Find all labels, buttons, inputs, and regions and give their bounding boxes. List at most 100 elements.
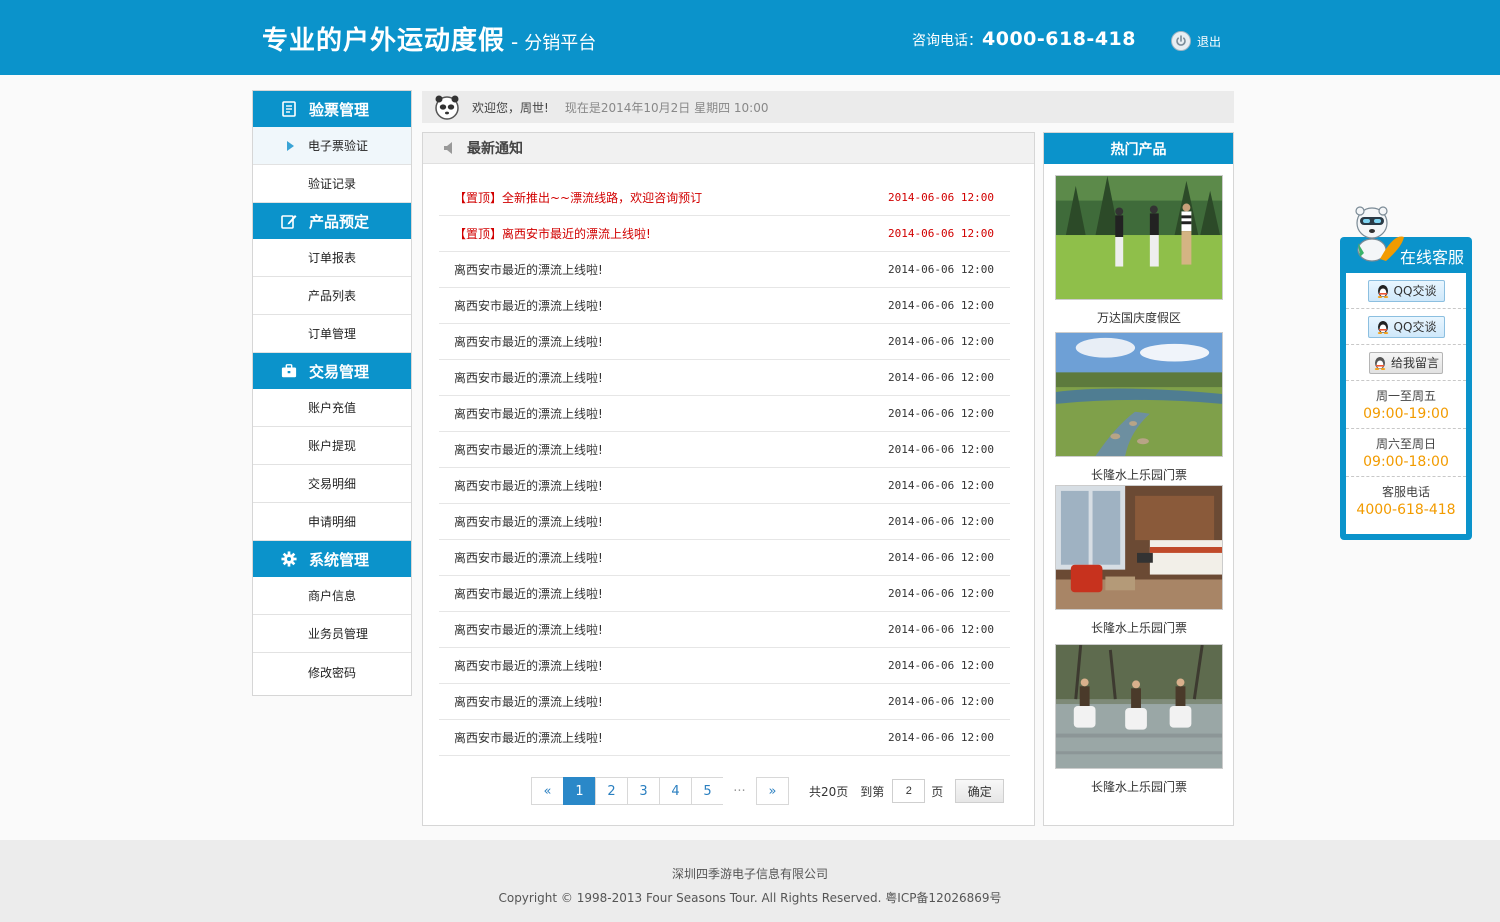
notice-row-date: 2014-06-06 12:00 [888,299,994,312]
service-phone-label: 客服电话 [1381,485,1430,499]
notice-row-date: 2014-06-06 12:00 [888,443,994,456]
sidebar-item-withdraw[interactable]: 账户提现 [253,427,411,465]
product-image-horse-riders[interactable] [1055,175,1223,300]
sidebar-item-change-password[interactable]: 修改密码 [253,653,411,691]
notice-row-title[interactable]: 离西安市最近的漂流上线啦! [454,549,603,566]
notice-row[interactable]: 离西安市最近的漂流上线啦! 2014-06-06 12:00 [439,504,1010,540]
pagination: « 1 2 3 4 5 ··· » 共20页 到第 页 确定 [531,777,1005,805]
notice-row[interactable]: 离西安市最近的漂流上线啦! 2014-06-06 12:00 [439,396,1010,432]
confirm-button[interactable]: 确定 [955,779,1005,803]
product-caption[interactable]: 长隆水上乐园门票 [1055,466,1223,483]
notice-row-title[interactable]: 离西安市最近的漂流上线啦! [454,441,603,458]
notice-row-title[interactable]: 离西安市最近的漂流上线啦! [454,405,603,422]
product-card[interactable]: 长隆水上乐园门票 [1055,644,1223,795]
notice-row-title[interactable]: 离西安市最近的漂流上线啦! [454,333,603,350]
page-button-2[interactable]: 2 [595,777,628,805]
notice-row[interactable]: 【置顶】离西安市最近的漂流上线啦! 2014-06-06 12:00 [439,216,1010,252]
sidebar-item-order-manage[interactable]: 订单管理 [253,315,411,353]
notice-row[interactable]: 【置顶】全新推出~~漂流线路，欢迎咨询预订 2014-06-06 12:00 [439,180,1010,216]
notice-row-title[interactable]: 离西安市最近的漂流上线啦! [454,693,603,710]
site-logo[interactable]: 专业的户外运动度假 - 分销平台 [262,20,596,57]
next-page-button[interactable]: » [756,777,789,805]
page-button-4[interactable]: 4 [659,777,692,805]
menu-group-trade[interactable]: 交易管理 [253,353,411,389]
product-image-horse-river[interactable] [1055,644,1223,769]
notice-row[interactable]: 离西安市最近的漂流上线啦! 2014-06-06 12:00 [439,576,1010,612]
menu-group-booking[interactable]: 产品预定 [253,203,411,239]
page-footer: 深圳四季游电子信息有限公司 Copyright © 1998-2013 Four… [0,840,1500,922]
sidebar-item-product-list[interactable]: 产品列表 [253,277,411,315]
product-card[interactable]: 万达国庆度假区 [1055,175,1223,326]
hotline: 咨询电话：4000-618-418 [912,28,1136,50]
notice-row[interactable]: 离西安市最近的漂流上线啦! 2014-06-06 12:00 [439,360,1010,396]
sidebar-item-trade-detail[interactable]: 交易明细 [253,465,411,503]
notice-row-title[interactable]: 【置顶】全新推出~~漂流线路，欢迎咨询预订 [454,189,702,206]
qq-penguin-icon [1374,356,1386,370]
service-button-row: QQ交谈 [1346,309,1466,345]
product-caption[interactable]: 万达国庆度假区 [1055,309,1223,326]
sidebar-item-staff-manage[interactable]: 业务员管理 [253,615,411,653]
sidebar-item-label: 产品列表 [308,289,357,303]
sidebar-item-label: 订单报表 [308,251,357,265]
product-image-hotel-room[interactable] [1055,485,1223,610]
notice-row[interactable]: 离西安市最近的漂流上线啦! 2014-06-06 12:00 [439,432,1010,468]
sidebar-item-label: 商户信息 [308,589,357,603]
notice-row-title[interactable]: 离西安市最近的漂流上线啦! [454,657,603,674]
sidebar-item-order-report[interactable]: 订单报表 [253,239,411,277]
menu-group-ticket[interactable]: 验票管理 [253,91,411,127]
service-hours-label: 周一至周五 [1375,389,1436,403]
product-image-golf-stream[interactable] [1055,332,1223,457]
product-card[interactable]: 长隆水上乐园门票 [1055,485,1223,636]
notice-row-title[interactable]: 【置顶】离西安市最近的漂流上线啦! [454,225,651,242]
notice-row[interactable]: 离西安市最近的漂流上线啦! 2014-06-06 12:00 [439,288,1010,324]
sidebar-item-label: 交易明细 [308,477,357,491]
notice-list: 【置顶】全新推出~~漂流线路，欢迎咨询预订 2014-06-06 12:00 【置顶… [439,180,1010,756]
service-phone: 客服电话 4000-618-418 [1346,477,1466,525]
notice-row[interactable]: 离西安市最近的漂流上线啦! 2014-06-06 12:00 [439,324,1010,360]
sidebar-item-verify-records[interactable]: 验证记录 [253,165,411,203]
sidebar-item-merchant-info[interactable]: 商户信息 [253,577,411,615]
sidebar: 验票管理 电子票验证 验证记录 产品预定 订单报表 产品列表 订单管理 交易管理… [252,90,412,696]
notice-row-title[interactable]: 离西安市最近的漂流上线啦! [454,477,603,494]
sidebar-item-eticket-verify[interactable]: 电子票验证 [253,127,411,165]
notice-row-title[interactable]: 离西安市最近的漂流上线啦! [454,297,603,314]
notice-row[interactable]: 离西安市最近的漂流上线啦! 2014-06-06 12:00 [439,468,1010,504]
page-button-3[interactable]: 3 [627,777,660,805]
leave-message-button[interactable]: 给我留言 [1369,351,1443,374]
notice-row-title[interactable]: 离西安市最近的漂流上线啦! [454,729,603,746]
logout-button[interactable]: 退出 [1171,31,1221,51]
notice-row[interactable]: 离西安市最近的漂流上线啦! 2014-06-06 12:00 [439,684,1010,720]
service-button-row: QQ交谈 [1346,273,1466,309]
qq-chat-button[interactable]: QQ交谈 [1367,279,1445,302]
goto-page-input[interactable] [892,779,926,803]
product-caption[interactable]: 长隆水上乐园门票 [1055,619,1223,636]
notice-row-date: 2014-06-06 12:00 [888,407,994,420]
hotline-label: 咨询电话： [912,33,982,49]
ticket-icon [281,101,297,117]
menu-group-title: 验票管理 [309,100,370,119]
qq-chat-button[interactable]: QQ交谈 [1367,315,1445,338]
notice-row[interactable]: 离西安市最近的漂流上线啦! 2014-06-06 12:00 [439,612,1010,648]
page-button-1[interactable]: 1 [563,777,596,805]
notice-row-title[interactable]: 离西安市最近的漂流上线啦! [454,621,603,638]
product-card[interactable]: 长隆水上乐园门票 [1055,332,1223,483]
page-button-5[interactable]: 5 [691,777,724,805]
notice-row[interactable]: 离西安市最近的漂流上线啦! 2014-06-06 12:00 [439,720,1010,756]
prev-page-button[interactable]: « [531,777,564,805]
power-icon [1171,31,1191,51]
sidebar-item-apply-detail[interactable]: 申请明细 [253,503,411,541]
product-caption[interactable]: 长隆水上乐园门票 [1055,778,1223,795]
notice-row-title[interactable]: 离西安市最近的漂流上线啦! [454,369,603,386]
goto-label: 到第 [860,784,885,799]
sidebar-item-recharge[interactable]: 账户充值 [253,389,411,427]
notice-row-title[interactable]: 离西安市最近的漂流上线啦! [454,261,603,278]
notice-row[interactable]: 离西安市最近的漂流上线啦! 2014-06-06 12:00 [439,540,1010,576]
qq-chat-label: QQ交谈 [1393,284,1437,298]
notice-row-title[interactable]: 离西安市最近的漂流上线啦! [454,585,603,602]
notice-row[interactable]: 离西安市最近的漂流上线啦! 2014-06-06 12:00 [439,648,1010,684]
menu-group-title: 产品预定 [309,212,370,231]
menu-group-system[interactable]: 系统管理 [253,541,411,577]
hot-products-title: 热门产品 [1044,133,1233,164]
notice-row-title[interactable]: 离西安市最近的漂流上线啦! [454,513,603,530]
notice-row[interactable]: 离西安市最近的漂流上线啦! 2014-06-06 12:00 [439,252,1010,288]
